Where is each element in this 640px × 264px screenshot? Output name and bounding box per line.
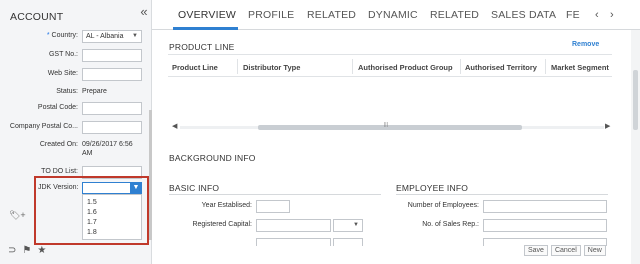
sales-reps-label: No. of Sales Rep.: xyxy=(422,221,479,228)
scroll-right-icon[interactable]: ▶ xyxy=(605,122,610,130)
year-established-label: Year Establised: xyxy=(201,202,252,209)
scroll-left-icon[interactable]: ◀ xyxy=(172,122,177,130)
column-header[interactable]: Market Segment xyxy=(551,63,609,72)
panel-scrollbar[interactable] xyxy=(149,110,152,240)
tab-next-icon[interactable]: › xyxy=(610,9,614,21)
flag-icon[interactable]: ⚑ xyxy=(22,245,31,256)
registered-capital-label: Registered Capital: xyxy=(192,221,252,228)
tab-sales-data[interactable]: SALES DATA xyxy=(491,9,556,21)
jdk-version-dropdown: 1.5 1.6 1.7 1.8 xyxy=(82,194,142,240)
postal-code-label: Postal Code: xyxy=(37,104,78,111)
company-postal-label: Company Postal Co... xyxy=(9,123,78,130)
partial-input[interactable] xyxy=(256,238,331,246)
column-header[interactable]: Authorised Product Group xyxy=(358,63,453,72)
gst-input[interactable] xyxy=(82,49,142,62)
new-button[interactable]: New xyxy=(583,245,606,256)
section-divider xyxy=(169,194,381,195)
registered-capital-input[interactable] xyxy=(256,219,331,232)
employees-input[interactable] xyxy=(483,200,607,213)
jdk-option[interactable]: 1.8 xyxy=(87,229,97,236)
bottom-toolbar: ⊃ ⚑ ★ xyxy=(8,245,52,256)
status-label: Status: xyxy=(56,88,78,95)
website-label: Web Site: xyxy=(47,70,78,77)
status-value: Prepare xyxy=(82,88,107,95)
column-header[interactable]: Distributor Type xyxy=(243,63,300,72)
country-label: * Country: xyxy=(46,32,78,39)
tab-dynamic[interactable]: DYNAMIC xyxy=(368,9,418,21)
year-established-input[interactable] xyxy=(256,200,290,213)
remove-button[interactable]: Remove xyxy=(572,41,599,48)
jdk-option[interactable]: 1.5 xyxy=(87,199,97,206)
scroll-grip-icon: ||| xyxy=(384,122,388,128)
star-icon[interactable]: ★ xyxy=(37,245,46,256)
tab-bar: OVERVIEW PROFILE RELATED DYNAMIC RELATED… xyxy=(152,0,640,30)
todo-label: TO DO List: xyxy=(41,168,78,175)
product-line-grid-header: Product Line Distributor Type Authorised… xyxy=(168,54,612,77)
column-divider xyxy=(352,59,353,74)
chevron-down-icon[interactable]: ▼ xyxy=(130,182,142,194)
product-line-title: PRODUCT LINE xyxy=(169,42,235,52)
employees-label: Number of Employees: xyxy=(407,202,479,209)
tab-related[interactable]: RELATED xyxy=(307,9,356,21)
background-info-title: BACKGROUND INFO xyxy=(169,153,256,163)
jdk-version-label: JDK Version: xyxy=(38,184,79,191)
jdk-option[interactable]: 1.6 xyxy=(87,209,97,216)
sales-reps-input[interactable] xyxy=(483,219,607,232)
column-divider xyxy=(460,59,461,74)
scroll-thumb[interactable] xyxy=(258,125,522,130)
chevron-down-icon: ▼ xyxy=(353,222,359,228)
company-postal-input[interactable] xyxy=(82,121,142,134)
panel-title: ACCOUNT xyxy=(10,11,64,23)
tab-prev-icon[interactable]: ‹ xyxy=(595,9,599,21)
website-input[interactable] xyxy=(82,68,142,81)
jdk-option[interactable]: 1.7 xyxy=(87,219,97,226)
scroll-thumb[interactable] xyxy=(633,70,638,130)
required-marker: * xyxy=(46,32,50,39)
created-on-label: Created On: xyxy=(39,141,78,148)
tab-related-2[interactable]: RELATED xyxy=(430,9,479,21)
footer-actions: Save Cancel New xyxy=(524,245,609,256)
partial-input[interactable] xyxy=(333,238,363,246)
country-select[interactable]: AL - Albania ▼ xyxy=(82,30,142,43)
cancel-button[interactable]: Cancel xyxy=(550,245,581,256)
tab-profile[interactable]: PROFILE xyxy=(248,9,294,21)
tab-overview[interactable]: OVERVIEW xyxy=(178,9,236,21)
employee-info-title: EMPLOYEE INFO xyxy=(396,183,469,193)
grid-horizontal-scrollbar[interactable]: ◀ ||| ▶ xyxy=(172,122,612,131)
section-divider xyxy=(396,194,608,195)
rss-icon[interactable]: ⊃ xyxy=(8,245,16,256)
column-header[interactable]: Product Line xyxy=(172,63,218,72)
postal-code-input[interactable] xyxy=(82,102,142,115)
tab-fe[interactable]: FE xyxy=(566,9,580,21)
tags-add-icon[interactable]: 🏷+ xyxy=(9,210,26,221)
chevron-down-icon: ▼ xyxy=(132,33,138,39)
column-divider xyxy=(545,59,546,74)
main-scrollbar[interactable] xyxy=(631,30,640,264)
collapse-panel-icon[interactable]: « xyxy=(138,4,150,19)
column-divider xyxy=(237,59,238,74)
save-button[interactable]: Save xyxy=(524,245,548,256)
active-tab-indicator xyxy=(173,27,238,30)
gst-label: GST No.: xyxy=(48,51,78,58)
column-header[interactable]: Authorised Territory xyxy=(465,63,537,72)
basic-info-title: BASIC INFO xyxy=(169,183,220,193)
created-on-value: 09/26/2017 6:56 AM xyxy=(82,141,133,157)
currency-select[interactable]: ▼ xyxy=(333,219,363,232)
